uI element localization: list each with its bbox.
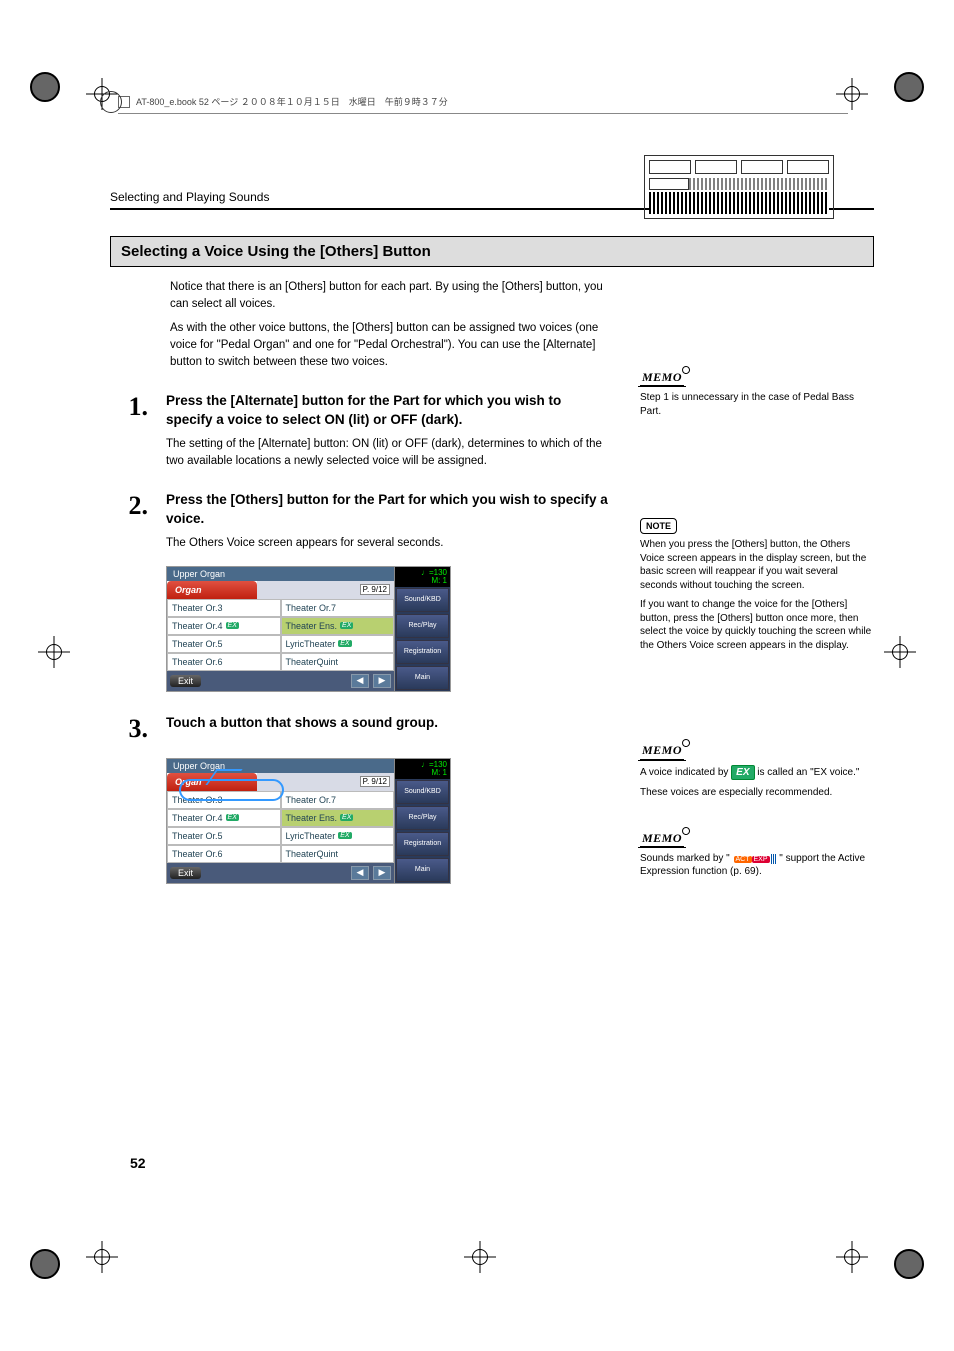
section-heading: Selecting a Voice Using the [Others] But… (110, 236, 874, 267)
step-description: The Others Voice screen appears for seve… (166, 535, 610, 552)
memo-label: MEMO (640, 830, 684, 848)
category-tab[interactable]: Organ (167, 773, 257, 791)
step-2: 2. Press the [Others] button for the Par… (110, 491, 610, 551)
step-instruction: Touch a button that shows a sound group. (166, 714, 610, 733)
voice-grid: Theater Or.3 Theater Or.7 Theater Or.4EX… (167, 791, 394, 863)
voice-cell[interactable]: Theater Or.3 (167, 791, 281, 809)
note-text: When you press the [Others] button, the … (640, 538, 874, 592)
ex-badge: EX (338, 640, 351, 647)
memo-text: These voices are especially recommended. (640, 786, 874, 800)
page-next-icon[interactable]: ▶ (373, 674, 391, 688)
side-button[interactable]: Registration (396, 640, 449, 664)
side-button[interactable]: Rec/Play (396, 806, 449, 830)
memo-label: MEMO (640, 742, 684, 760)
instrument-panel-illustration (644, 155, 834, 219)
step-number: 1. (110, 392, 148, 469)
voice-cell[interactable]: Theater Or.3 (167, 599, 281, 617)
crop-cross (840, 1245, 864, 1269)
memo-label: MEMO (640, 369, 684, 387)
voice-cell-selected[interactable]: Theater Ens.EX (281, 617, 395, 635)
memo-text: A voice indicated by EX is called an "EX… (640, 765, 874, 781)
page-prev-icon[interactable]: ◀ (351, 866, 369, 880)
ex-badge: EX (226, 622, 239, 629)
voice-cell[interactable]: TheaterQuint (281, 653, 395, 671)
ex-badge-inline: EX (731, 765, 754, 781)
side-button[interactable]: Rec/Play (396, 614, 449, 638)
ex-badge: EX (226, 814, 239, 821)
others-voice-screen: Upper Organ Organ P. 9/12 Theater Or.3 T… (166, 566, 451, 692)
memo-text: Sounds marked by " ACTEXP " support the … (640, 852, 874, 879)
voice-cell[interactable]: Theater Or.6 (167, 845, 281, 863)
voice-cell[interactable]: TheaterQuint (281, 845, 395, 863)
voice-grid: Theater Or.3 Theater Or.7 Theater Or.4EX… (167, 599, 394, 671)
step-description: The setting of the [Alternate] button: O… (166, 436, 610, 469)
book-header-text: AT-800_e.book 52 ページ ２００８年１０月１５日 水曜日 午前９… (136, 95, 448, 108)
ex-badge: EX (340, 814, 353, 821)
page-next-icon[interactable]: ▶ (373, 866, 391, 880)
voice-cell[interactable]: LyricTheaterEX (281, 827, 395, 845)
page-indicator: P. 9/12 (360, 776, 390, 787)
page-indicator: P. 9/12 (360, 584, 390, 595)
intro-paragraph: As with the other voice buttons, the [Ot… (170, 320, 610, 370)
exit-button[interactable]: Exit (170, 675, 201, 687)
tempo-display: ♩=130 M: 1 (395, 567, 450, 587)
category-tab[interactable]: Organ (167, 581, 257, 599)
intro-paragraph: Notice that there is an [Others] button … (170, 279, 610, 312)
reg-mark (894, 1249, 924, 1279)
memo-block: MEMO A voice indicated by EX is called a… (640, 742, 874, 799)
exit-button[interactable]: Exit (170, 867, 201, 879)
reg-mark (30, 1249, 60, 1279)
note-text: If you want to change the voice for the … (640, 598, 874, 652)
step-instruction: Press the [Others] button for the Part f… (166, 491, 610, 529)
crop-cross (42, 640, 66, 664)
screen-title: Upper Organ (173, 569, 225, 579)
side-button[interactable]: Sound/KBD (396, 780, 449, 804)
voice-cell[interactable]: Theater Or.6 (167, 653, 281, 671)
voice-cell[interactable]: Theater Or.5 (167, 827, 281, 845)
reg-mark (30, 72, 60, 102)
step-number: 2. (110, 491, 148, 551)
ex-badge: EX (338, 832, 351, 839)
voice-cell[interactable]: LyricTheaterEX (281, 635, 395, 653)
memo-block: MEMO Step 1 is unnecessary in the case o… (640, 369, 874, 418)
others-voice-screen-callout: Upper Organ Organ P. 9/12 Theater Or.3 T… (166, 758, 451, 884)
page-prev-icon[interactable]: ◀ (351, 674, 369, 688)
step-3: 3. Touch a button that shows a sound gro… (110, 714, 610, 744)
voice-cell-selected[interactable]: Theater Ens.EX (281, 809, 395, 827)
book-header: AT-800_e.book 52 ページ ２００８年１０月１５日 水曜日 午前９… (118, 95, 448, 108)
note-block: NOTE When you press the [Others] button,… (640, 518, 874, 652)
memo-block: MEMO Sounds marked by " ACTEXP " support… (640, 830, 874, 879)
ex-badge: EX (340, 622, 353, 629)
screen-title: Upper Organ (173, 761, 225, 771)
voice-cell[interactable]: Theater Or.5 (167, 635, 281, 653)
step-1: 1. Press the [Alternate] button for the … (110, 392, 610, 469)
page-number: 52 (130, 1155, 146, 1171)
step-number: 3. (110, 714, 148, 744)
reg-mark (894, 72, 924, 102)
side-button[interactable]: Main (396, 858, 449, 882)
active-expression-icon: ACTEXP (733, 853, 777, 865)
side-button[interactable]: Main (396, 666, 449, 690)
voice-cell[interactable]: Theater Or.4EX (167, 617, 281, 635)
voice-cell[interactable]: Theater Or.7 (281, 599, 395, 617)
tempo-display: ♩=130 M: 1 (395, 759, 450, 779)
crop-cross (888, 640, 912, 664)
crop-cross (468, 1245, 492, 1269)
crop-cross (840, 82, 864, 106)
step-instruction: Press the [Alternate] button for the Par… (166, 392, 610, 430)
side-button[interactable]: Registration (396, 832, 449, 856)
voice-cell[interactable]: Theater Or.4EX (167, 809, 281, 827)
note-label: NOTE (640, 518, 677, 534)
side-button[interactable]: Sound/KBD (396, 588, 449, 612)
crop-cross (90, 1245, 114, 1269)
memo-text: Step 1 is unnecessary in the case of Ped… (640, 391, 874, 418)
voice-cell[interactable]: Theater Or.7 (281, 791, 395, 809)
running-title: Selecting and Playing Sounds (110, 190, 269, 204)
